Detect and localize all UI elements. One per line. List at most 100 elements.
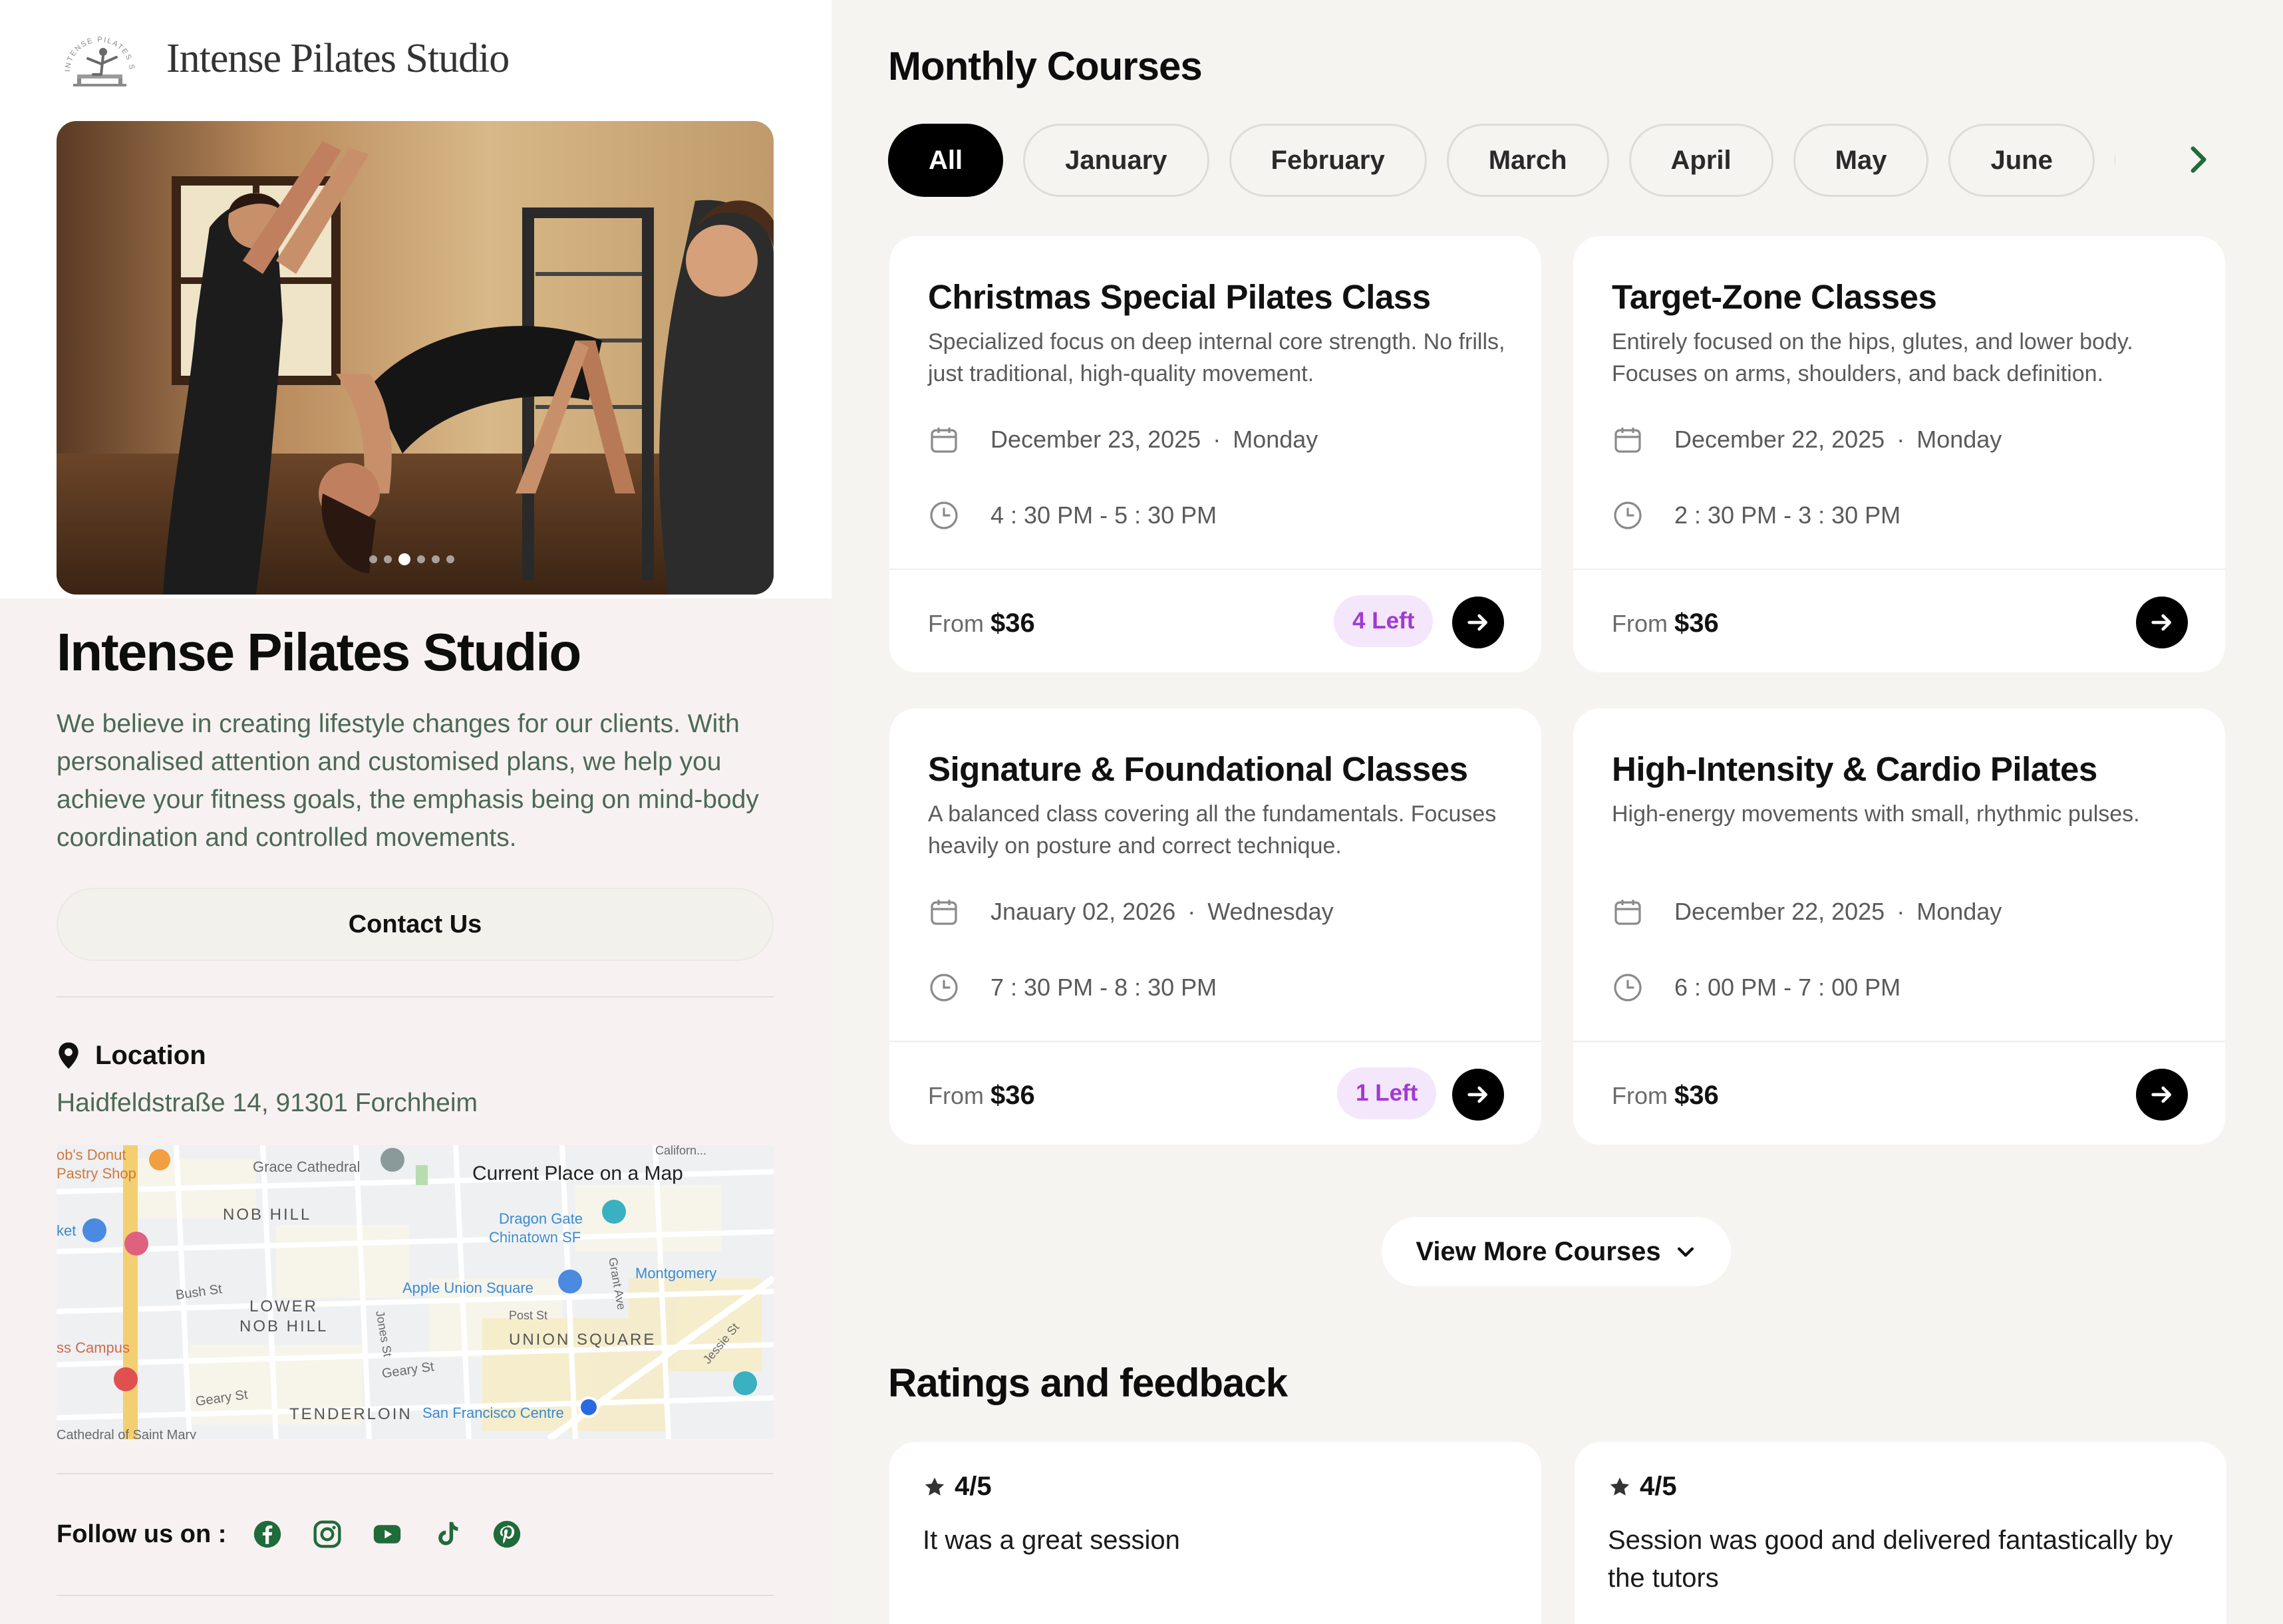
filter-chip-all[interactable]: All [888, 124, 1004, 197]
course-price: From $36 [1612, 1081, 1719, 1110]
course-date: December 22, 2025 · Monday [1612, 424, 2002, 456]
month-filter-bar: All January February March April May Jun… [888, 124, 2115, 197]
course-date: December 22, 2025 · Monday [1612, 896, 2002, 928]
course-description: High-energy movements with small, rhythm… [1612, 801, 2140, 827]
svg-text:Post St: Post St [509, 1309, 547, 1322]
svg-text:Apple Union Square: Apple Union Square [402, 1280, 533, 1296]
divider [57, 996, 774, 998]
rating-card: 4/5 Session was good and delivered fanta… [1575, 1442, 2226, 1624]
clock-icon [930, 974, 958, 1002]
spots-left-badge: 1 Left [1337, 1067, 1437, 1119]
svg-text:ket: ket [57, 1222, 76, 1239]
svg-text:Chinatown SF: Chinatown SF [489, 1229, 581, 1246]
tiktok-icon[interactable] [432, 1520, 462, 1549]
course-time: 2 : 30 PM - 3 : 30 PM [1612, 499, 1901, 531]
svg-text:ss Campus: ss Campus [57, 1339, 130, 1356]
calendar-icon [931, 428, 957, 453]
ratings-title: Ratings and feedback [888, 1361, 1288, 1405]
svg-text:INTENSE PILATES STUDIO: INTENSE PILATES STUDIO [53, 25, 136, 72]
location-pin-icon [59, 1041, 78, 1069]
calendar-icon [1614, 900, 1641, 925]
svg-text:UNION SQUARE: UNION SQUARE [509, 1331, 656, 1349]
youtube-icon[interactable] [373, 1520, 402, 1549]
svg-text:NOB HILL: NOB HILL [223, 1206, 311, 1224]
rating-score: 4/5 [923, 1472, 992, 1502]
open-course-button[interactable] [2136, 597, 2188, 648]
course-time: 4 : 30 PM - 5 : 30 PM [928, 499, 1217, 531]
carousel-dot[interactable] [446, 555, 454, 563]
course-price: From $36 [928, 609, 1035, 638]
svg-text:Current Place on a Map: Current Place on a Map [472, 1162, 683, 1184]
course-description: Entirely focused on the hips, glutes, an… [1612, 329, 2133, 386]
arrow-right-icon [2151, 1086, 2171, 1103]
carousel-dot[interactable] [432, 555, 440, 563]
svg-text:Montgomery: Montgomery [635, 1265, 716, 1282]
clock-icon [1614, 974, 1642, 1002]
arrow-right-icon [2151, 614, 2171, 631]
svg-text:Cathedral of Saint Mary: Cathedral of Saint Mary [57, 1428, 196, 1439]
course-date: December 23, 2025 · Monday [928, 424, 1318, 456]
carousel-dot[interactable] [369, 555, 377, 563]
divider [1573, 569, 2225, 570]
filter-chip-march[interactable]: March [1446, 124, 1609, 197]
divider [57, 1595, 774, 1596]
filter-chip-april[interactable]: April [1628, 124, 1773, 197]
spots-left-badge: 4 Left [1334, 595, 1434, 647]
divider [57, 1473, 774, 1474]
location-map[interactable]: ob's Donut Pastry Shop Grace Cathedral C… [57, 1145, 774, 1439]
chevron-right-icon[interactable] [2182, 143, 2215, 176]
divider [1573, 1041, 2225, 1042]
open-course-button[interactable] [1452, 597, 1504, 648]
course-date: Jnauary 02, 2026 · Wednesday [928, 896, 1334, 928]
instagram-icon[interactable] [313, 1520, 342, 1549]
star-icon [1610, 1477, 1630, 1496]
svg-text:San Francisco Centre: San Francisco Centre [422, 1405, 564, 1421]
clock-icon [930, 501, 958, 529]
course-description: Specialized focus on deep internal core … [928, 329, 1505, 386]
open-course-button[interactable] [1452, 1069, 1504, 1121]
view-more-courses-button[interactable]: View More Courses [1382, 1217, 1731, 1286]
svg-text:Grace Cathedral: Grace Cathedral [253, 1158, 360, 1175]
course-title: High-Intensity & Cardio Pilates [1612, 750, 2097, 788]
filter-chip-january[interactable]: January [1023, 124, 1209, 197]
brand[interactable]: INTENSE PILATES STUDIO Intense Pilates S… [50, 19, 510, 92]
studio-photo-carousel[interactable] [57, 121, 774, 595]
carousel-dot[interactable] [417, 555, 425, 563]
divider [889, 1041, 1541, 1042]
location-heading: Location [57, 1041, 206, 1071]
carousel-dot-active[interactable] [398, 553, 410, 565]
filter-chip-february[interactable]: February [1229, 124, 1427, 197]
facebook-icon[interactable] [253, 1520, 282, 1549]
course-card[interactable]: Target-Zone Classes Entirely focused on … [1573, 236, 2225, 672]
rating-comment: Session was good and delivered fantastic… [1608, 1526, 2173, 1593]
follow-label: Follow us on : [57, 1520, 227, 1548]
course-title: Target-Zone Classes [1612, 278, 1937, 316]
chevron-down-icon [1677, 1247, 1694, 1257]
svg-text:TENDERLOIN: TENDERLOIN [289, 1405, 412, 1423]
studio-logo: INTENSE PILATES STUDIO [50, 19, 146, 92]
divider [889, 569, 1541, 570]
carousel-dots [369, 553, 454, 565]
location-label: Location [95, 1041, 206, 1070]
course-card[interactable]: High-Intensity & Cardio Pilates High-ene… [1573, 708, 2225, 1145]
studio-description: We believe in creating lifestyle changes… [57, 710, 759, 852]
studio-title: Intense Pilates Studio [57, 622, 581, 682]
contact-us-button[interactable]: Contact Us [57, 888, 774, 961]
course-price: From $36 [928, 1081, 1035, 1110]
pinterest-icon[interactable] [492, 1520, 522, 1549]
filter-chip-june[interactable]: June [1948, 124, 2095, 197]
course-time: 6 : 00 PM - 7 : 00 PM [1612, 972, 1901, 1004]
rating-card: 4/5 It was a great session [889, 1442, 1541, 1624]
svg-text:Pastry Shop: Pastry Shop [57, 1165, 136, 1182]
studio-photo [57, 121, 774, 595]
arrow-right-icon [1467, 614, 1487, 631]
course-card[interactable]: Christmas Special Pilates Class Speciali… [889, 236, 1541, 672]
filter-chip-may[interactable]: May [1793, 124, 1929, 197]
calendar-icon [931, 900, 957, 925]
calendar-icon [1614, 428, 1641, 453]
carousel-dot[interactable] [384, 555, 392, 563]
course-card[interactable]: Signature & Foundational Classes A balan… [889, 708, 1541, 1145]
social-links: Follow us on : [57, 1520, 552, 1549]
monthly-courses-title: Monthly Courses [888, 44, 1203, 88]
open-course-button[interactable] [2136, 1069, 2188, 1121]
